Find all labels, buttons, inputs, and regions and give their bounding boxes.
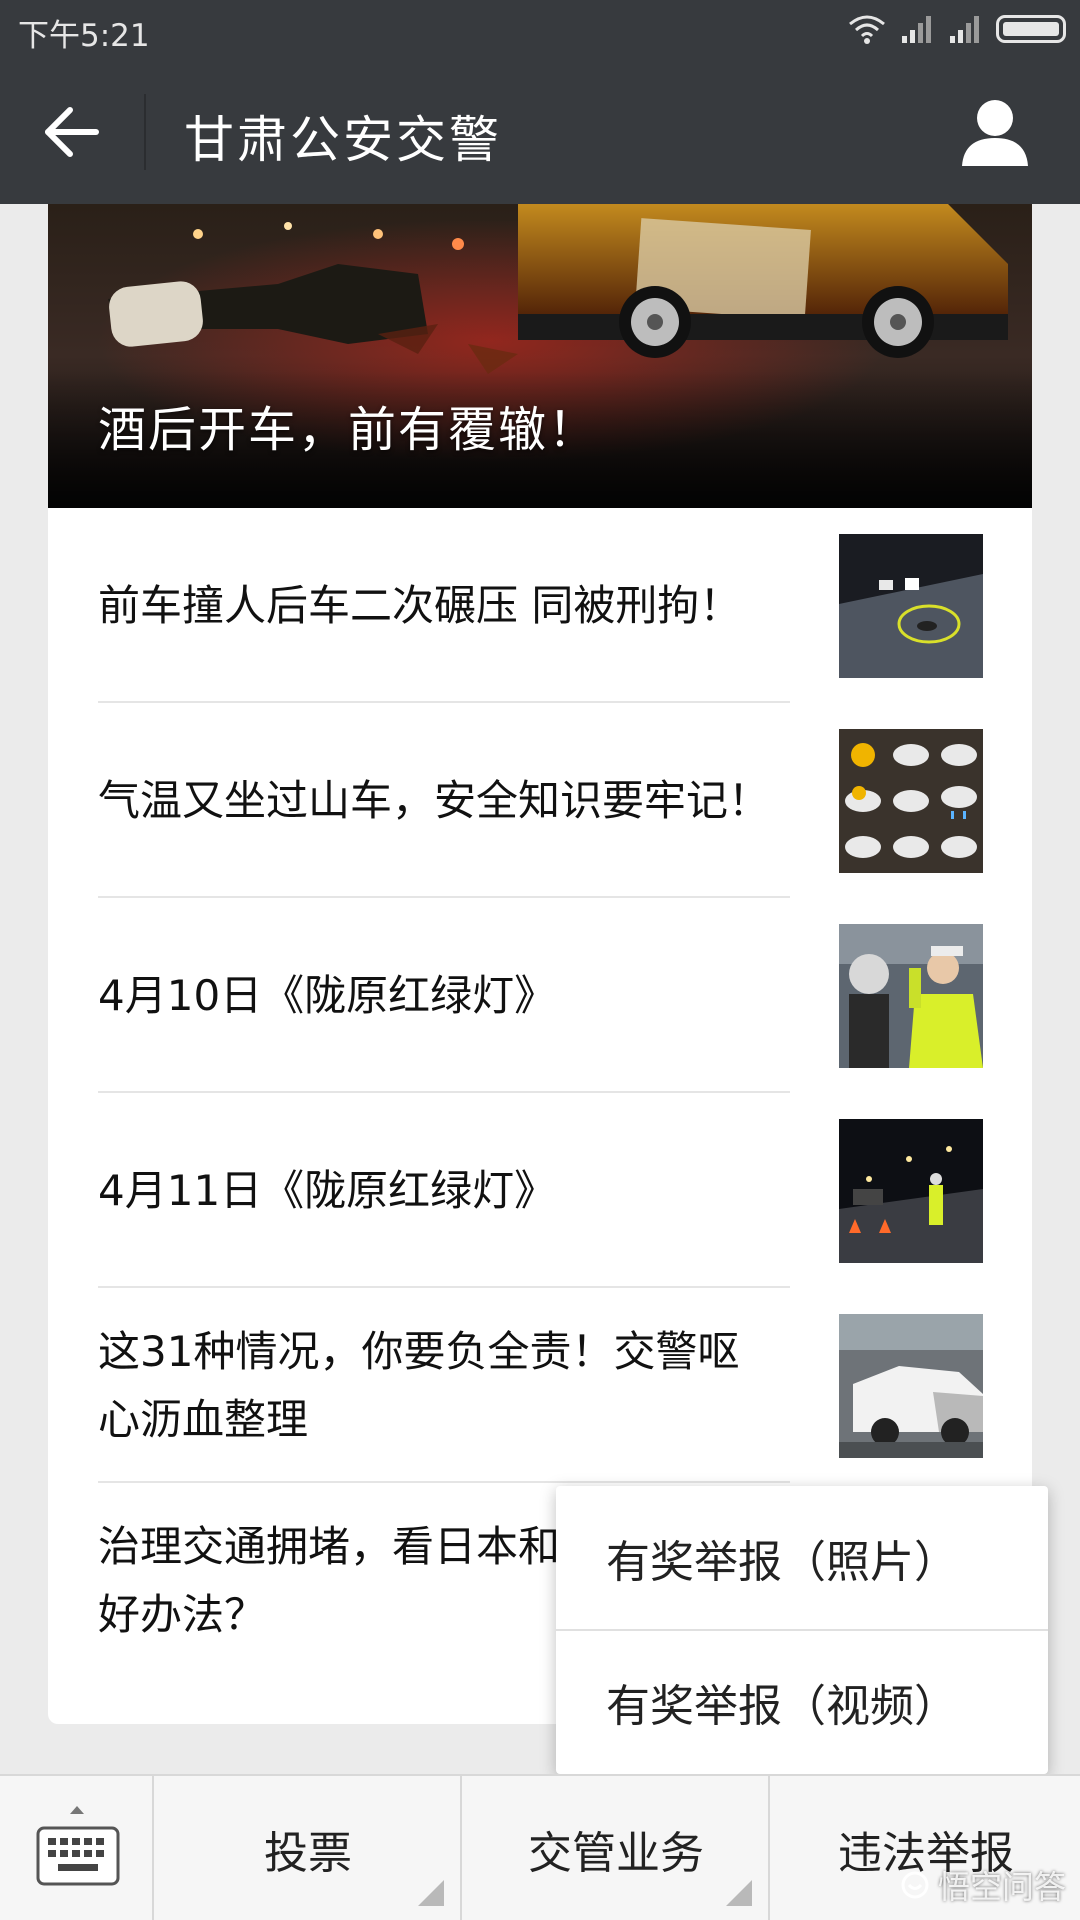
title-bar: 甘肃公安交警: [0, 60, 1080, 204]
article-thumbnail: [839, 923, 983, 1068]
watermark-logo-icon: [901, 1871, 929, 1899]
hero-title: 酒后开车，前有覆辙！: [98, 402, 599, 458]
status-time: 下午5:21: [18, 18, 150, 54]
status-bar: 下午5:21: [0, 0, 1080, 60]
article-title: 气温又坐过山车，安全知识要牢记！: [98, 775, 771, 825]
list-item[interactable]: 气温又坐过山车，安全知识要牢记！: [48, 703, 1032, 898]
bottom-menu-bar: 投票 交管业务 违法举报 悟空问答: [0, 1774, 1080, 1920]
signal-icon: [950, 16, 979, 43]
arrow-left-icon: [45, 107, 99, 157]
menu-label: 投票: [264, 1828, 352, 1879]
keyboard-icon: [36, 1806, 120, 1886]
list-item[interactable]: 4月10日《陇原红绿灯》: [48, 898, 1032, 1093]
article-title: 这31种情况，你要负全责！交警呕心沥血整理: [98, 1326, 740, 1444]
list-item[interactable]: 前车撞人后车二次碾压 同被刑拘！: [48, 508, 1032, 703]
menu-label: 交管业务: [528, 1828, 704, 1879]
article-title: 前车撞人后车二次碾压 同被刑拘！: [98, 580, 742, 630]
keyboard-toggle-button[interactable]: [0, 1776, 154, 1920]
signal-icon: [902, 16, 931, 43]
article-title: 4月11日《陇原红绿灯》: [98, 1165, 557, 1215]
back-button[interactable]: [40, 100, 104, 164]
status-icons: [848, 14, 1066, 44]
person-icon: [962, 100, 1028, 166]
article-thumbnail: [839, 533, 983, 678]
article-thumbnail: [839, 1118, 983, 1263]
menu-item-report-video[interactable]: 有奖举报（视频）: [556, 1630, 1048, 1774]
menu-button-traffic-services[interactable]: 交管业务: [464, 1776, 770, 1920]
page-title: 甘肃公安交警: [184, 111, 502, 169]
menu-button-vote[interactable]: 投票: [156, 1776, 462, 1920]
watermark: 悟空问答: [900, 1862, 1066, 1908]
article-thumbnail: [839, 728, 983, 873]
list-item[interactable]: 4月11日《陇原红绿灯》: [48, 1093, 1032, 1288]
wifi-icon: [849, 15, 885, 44]
profile-button[interactable]: [960, 96, 1030, 168]
battery-icon: [996, 15, 1066, 43]
submenu-indicator-icon: [418, 1880, 444, 1906]
article-title: 4月10日《陇原红绿灯》: [98, 970, 557, 1020]
submenu-indicator-icon: [726, 1880, 752, 1906]
watermark-text: 悟空问答: [937, 1868, 1066, 1906]
menu-item-report-photo[interactable]: 有奖举报（照片）: [556, 1486, 1048, 1630]
hero-image: [48, 204, 1032, 508]
hero-article[interactable]: 酒后开车，前有覆辙！: [48, 204, 1032, 508]
list-item[interactable]: 这31种情况，你要负全责！交警呕心沥血整理: [48, 1288, 1032, 1483]
title-divider: [144, 94, 146, 170]
article-thumbnail: [839, 1313, 983, 1458]
report-popup-menu: 有奖举报（照片） 有奖举报（视频）: [556, 1486, 1048, 1774]
